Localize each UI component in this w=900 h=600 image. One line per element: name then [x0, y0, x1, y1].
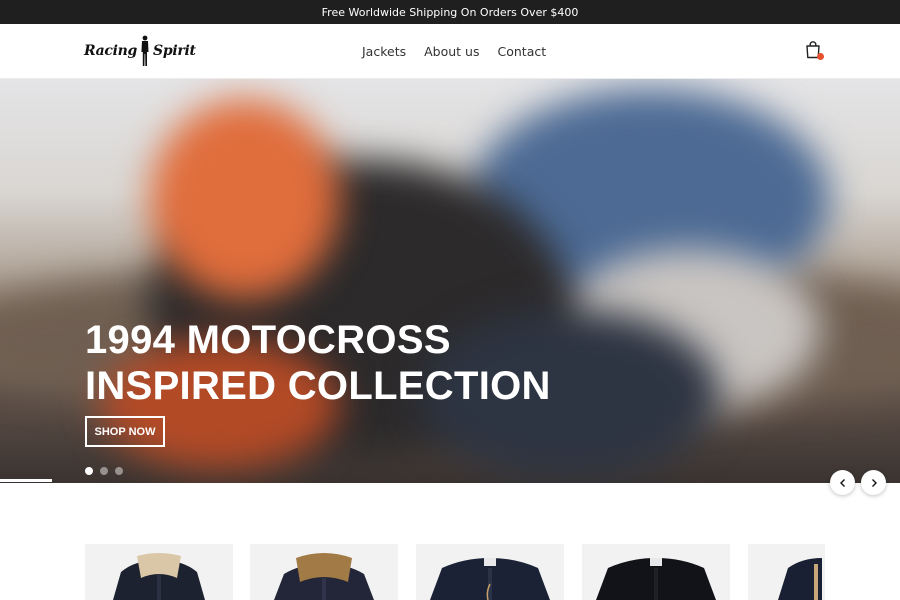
prev-slide-button[interactable]: [830, 470, 855, 495]
slide-dots: [85, 467, 123, 475]
chevron-left-icon: [839, 478, 845, 487]
cart-badge: [817, 53, 824, 60]
rider-silhouette-icon: [141, 35, 149, 66]
slide-progress-bar: [0, 479, 52, 482]
hero-bg-bike-orange: [150, 99, 340, 299]
logo[interactable]: Racing Spirit: [84, 34, 208, 68]
next-slide-button[interactable]: [861, 470, 886, 495]
cart-button[interactable]: [805, 41, 827, 63]
hero-title-line1: 1994 MOTOCROSS: [85, 318, 451, 362]
jacket-image: [778, 558, 822, 600]
announcement-text: Free Worldwide Shipping On Orders Over $…: [321, 5, 579, 19]
product-card[interactable]: [250, 544, 398, 600]
jacket-image: [274, 553, 374, 600]
slide-dot-3[interactable]: [115, 467, 123, 475]
product-grid: [85, 544, 825, 600]
slide-dot-1[interactable]: [85, 467, 93, 475]
nav-jackets[interactable]: Jackets: [362, 44, 406, 59]
product-card[interactable]: [748, 544, 825, 600]
product-card[interactable]: [582, 544, 730, 600]
jacket-image: [113, 553, 205, 600]
nav-contact[interactable]: Contact: [498, 44, 547, 59]
nav-about-us[interactable]: About us: [424, 44, 479, 59]
jacket-image: [596, 558, 716, 600]
hero-slider: 1994 MOTOCROSS INSPIRED COLLECTION SHOP …: [0, 79, 900, 483]
announcement-bar: Free Worldwide Shipping On Orders Over $…: [0, 0, 900, 24]
shop-now-button[interactable]: SHOP NOW: [85, 416, 165, 447]
slide-dot-2[interactable]: [100, 467, 108, 475]
product-card[interactable]: [416, 544, 564, 600]
chevron-right-icon: [871, 478, 877, 487]
jacket-image: [430, 558, 550, 600]
product-card[interactable]: [85, 544, 233, 600]
hero-title: 1994 MOTOCROSS INSPIRED COLLECTION: [85, 317, 551, 409]
main-nav: Jackets About us Contact: [362, 24, 546, 79]
logo-word-left: Racing: [84, 43, 138, 59]
site-header: Racing Spirit Jackets About us Contact: [0, 24, 900, 79]
logo-word-right: Spirit: [153, 43, 196, 59]
hero-title-line2: INSPIRED COLLECTION: [85, 364, 551, 408]
